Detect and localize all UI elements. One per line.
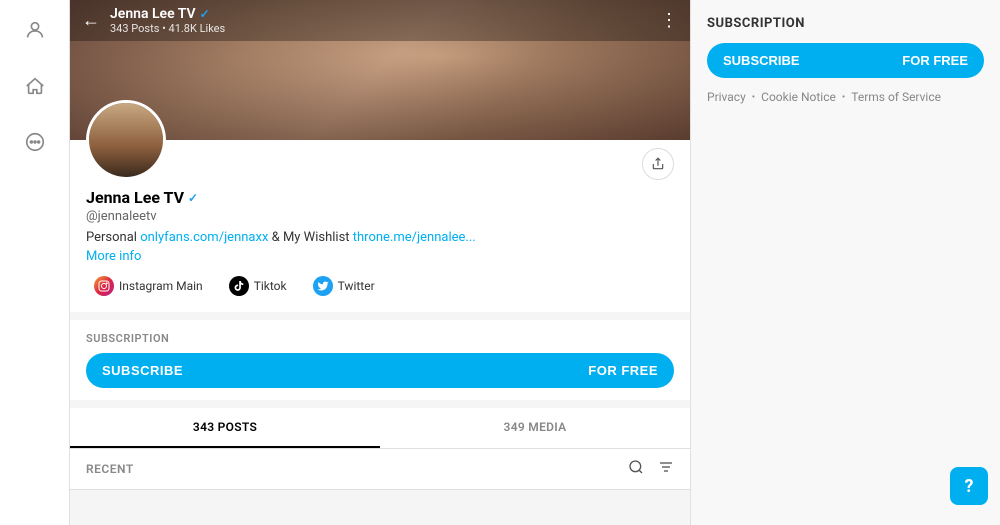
tiktok-label: Tiktok xyxy=(254,279,287,293)
onlyfans-link[interactable]: onlyfans.com/jennaxx xyxy=(140,230,268,245)
sidebar xyxy=(0,0,70,525)
privacy-link[interactable]: Privacy xyxy=(707,90,746,104)
twitter-icon xyxy=(313,276,333,296)
throne-link[interactable]: throne.me/jennalee... xyxy=(353,230,476,245)
footer-links: Privacy • Cookie Notice • Terms of Servi… xyxy=(707,90,984,104)
bio-mid-text: & My Wishlist xyxy=(272,230,353,245)
home-icon[interactable] xyxy=(17,68,53,104)
subscribe-button[interactable]: SUBSCRIBE FOR FREE xyxy=(86,353,674,388)
instagram-label: Instagram Main xyxy=(119,279,203,293)
bio-text: Personal xyxy=(86,230,137,245)
profile-container: ← Jenna Lee TV ✓ 343 Posts • 41.8K Likes… xyxy=(70,0,690,490)
tab-media[interactable]: 349 MEDIA xyxy=(380,408,690,448)
profile-header-bar: ← Jenna Lee TV ✓ 343 Posts • 41.8K Likes… xyxy=(70,0,690,41)
header-name-text: Jenna Lee TV xyxy=(110,6,196,22)
share-button[interactable] xyxy=(642,148,674,180)
filter-icon[interactable] xyxy=(658,459,674,479)
recent-label: RECENT xyxy=(86,462,134,476)
instagram-icon xyxy=(94,276,114,296)
avatar-row xyxy=(86,100,674,180)
user-icon[interactable] xyxy=(17,12,53,48)
more-options-button[interactable]: ⋮ xyxy=(660,10,678,31)
right-subscribe-button[interactable]: SUBSCRIBE FOR FREE xyxy=(707,43,984,78)
tab-posts[interactable]: 343 POSTS xyxy=(70,408,380,448)
profile-info-section: Jenna Lee TV ✓ @jennaleetv Personal only… xyxy=(70,100,690,312)
recent-section: RECENT xyxy=(70,449,690,489)
for-free-text: FOR FREE xyxy=(588,363,658,378)
terms-link[interactable]: Terms of Service xyxy=(851,90,941,104)
profile-bio: Personal onlyfans.com/jennaxx & My Wishl… xyxy=(86,230,674,245)
back-button[interactable]: ← xyxy=(82,10,100,31)
twitter-link[interactable]: Twitter xyxy=(305,272,383,300)
right-subscription-label: SUBSCRIPTION xyxy=(707,16,984,31)
footer-dot-2: • xyxy=(842,92,845,103)
profile-header-info: Jenna Lee TV ✓ 343 Posts • 41.8K Likes xyxy=(110,6,660,35)
tiktok-link[interactable]: Tiktok xyxy=(221,272,295,300)
profile-username: @jennaleetv xyxy=(86,209,674,224)
header-verified-badge: ✓ xyxy=(200,7,210,21)
profile-verified-badge: ✓ xyxy=(188,191,198,205)
profile-name-text: Jenna Lee TV xyxy=(86,188,184,207)
tiktok-icon xyxy=(229,276,249,296)
more-info-link[interactable]: More info xyxy=(86,249,674,264)
twitter-label: Twitter xyxy=(338,279,375,293)
right-for-free-text: FOR FREE xyxy=(902,53,968,68)
main-content: ← Jenna Lee TV ✓ 343 Posts • 41.8K Likes… xyxy=(70,0,690,525)
recent-actions xyxy=(628,459,674,479)
subscribe-text: SUBSCRIBE xyxy=(102,363,183,378)
message-icon[interactable] xyxy=(17,124,53,160)
cookie-notice-link[interactable]: Cookie Notice xyxy=(761,90,836,104)
subscription-section: SUBSCRIPTION SUBSCRIBE FOR FREE xyxy=(70,312,690,400)
right-panel: SUBSCRIPTION SUBSCRIBE FOR FREE Privacy … xyxy=(690,0,1000,525)
tabs-section: 343 POSTS 349 MEDIA xyxy=(70,400,690,449)
help-button[interactable]: ? xyxy=(950,467,988,505)
subscription-label: SUBSCRIPTION xyxy=(86,332,674,345)
profile-header-name: Jenna Lee TV ✓ xyxy=(110,6,660,22)
instagram-link[interactable]: Instagram Main xyxy=(86,272,211,300)
social-links: Instagram Main Tiktok xyxy=(86,272,674,300)
search-icon[interactable] xyxy=(628,459,644,479)
avatar xyxy=(86,100,166,180)
profile-name: Jenna Lee TV ✓ xyxy=(86,188,674,207)
profile-header-stats: 343 Posts • 41.8K Likes xyxy=(110,22,660,35)
footer-dot-1: • xyxy=(752,92,755,103)
right-subscribe-text: SUBSCRIBE xyxy=(723,53,800,68)
